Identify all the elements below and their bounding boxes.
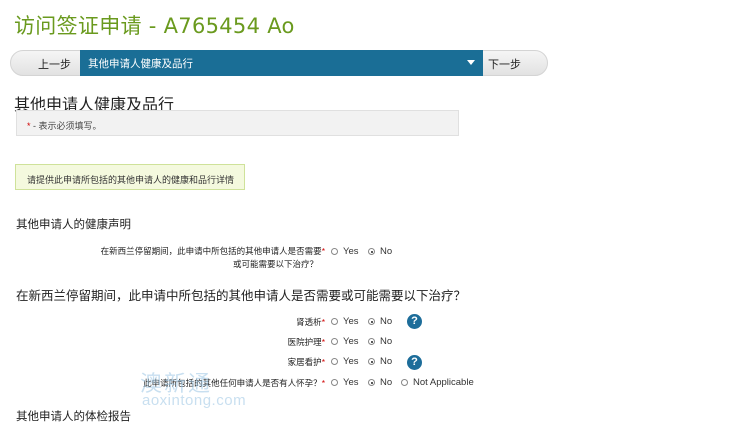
home-care-label-text: 家居看护 [287,357,322,367]
dialysis-no-radio[interactable] [368,318,375,325]
step-select-value: 其他申请人健康及品行 [88,58,193,70]
hospital-care-label: 医院护理* [200,336,325,348]
q1-yes-radio[interactable] [331,248,338,255]
treatment-question: 在新西兰停留期间，此申请中所包括的其他申请人是否需要或可能需要以下治疗？ [16,289,467,303]
pregnancy-yes-radio[interactable] [331,379,338,386]
q1-yes-label: Yes [343,246,359,257]
dialysis-label: 肾透析* [200,316,325,328]
hospital-care-label-text: 医院护理 [287,337,322,347]
pregnancy-label: 此申请所包括的其他任何申请人是否有人怀孕？* [80,377,325,389]
home-care-no-radio[interactable] [368,358,375,365]
home-care-yes-label: Yes [343,356,359,367]
required-note: * - 表示必须填写。 [16,110,459,136]
required-star: * [321,337,325,347]
next-step-button[interactable]: 下一步 [488,56,521,72]
dialysis-no-label: No [380,316,393,327]
help-icon[interactable]: ? [407,314,422,329]
required-star: * [321,246,325,256]
required-star: * [321,357,325,367]
previous-step-button[interactable]: 上一步 [38,56,71,72]
chevron-down-icon [467,60,475,65]
pregnancy-yes-label: Yes [343,377,359,388]
pregnancy-no-radio[interactable] [368,379,375,386]
hospital-care-yes-label: Yes [343,336,359,347]
required-star: * [321,378,325,388]
required-note-text: - 表示必须填写。 [30,121,102,131]
pregnancy-label-text: 此申请所包括的其他任何申请人是否有人怀孕？ [143,378,322,388]
info-message: 请提供此申请所包括的其他申请人的健康和品行详情 [15,164,245,190]
step-navigation: 上一步 其他申请人健康及品行 下一步 [10,50,548,76]
hospital-care-yes-radio[interactable] [331,338,338,345]
page-title: 访问签证申请 - A765454 Ao [14,14,295,38]
q1-no-label: No [380,246,393,257]
home-care-no-label: No [380,356,393,367]
q1-label-line1: 在新西兰停留期间，此申请中所包括的其他申请人是否需要 [100,246,322,256]
pregnancy-no-label: No [380,377,393,388]
q1-no-radio[interactable] [368,248,375,255]
pregnancy-na-label: Not Applicable [413,377,474,388]
step-select-dropdown[interactable]: 其他申请人健康及品行 [80,50,483,76]
dialysis-yes-radio[interactable] [331,318,338,325]
dialysis-yes-label: Yes [343,316,359,327]
dialysis-label-text: 肾透析 [296,317,322,327]
q1-label: 在新西兰停留期间，此申请中所包括的其他申请人是否需要* [60,245,325,257]
health-declaration-heading: 其他申请人的健康声明 [16,219,131,231]
required-star: * [321,317,325,327]
watermark-en: aoxintong.com [142,392,247,409]
pregnancy-na-radio[interactable] [401,379,408,386]
hospital-care-no-radio[interactable] [368,338,375,345]
medical-report-heading: 其他申请人的体检报告 [16,411,131,423]
help-icon[interactable]: ? [407,355,422,370]
home-care-yes-radio[interactable] [331,358,338,365]
home-care-label: 家居看护* [200,356,325,368]
hospital-care-no-label: No [380,336,393,347]
q1-label-line2: 或可能需要以下治疗？ [232,259,318,269]
